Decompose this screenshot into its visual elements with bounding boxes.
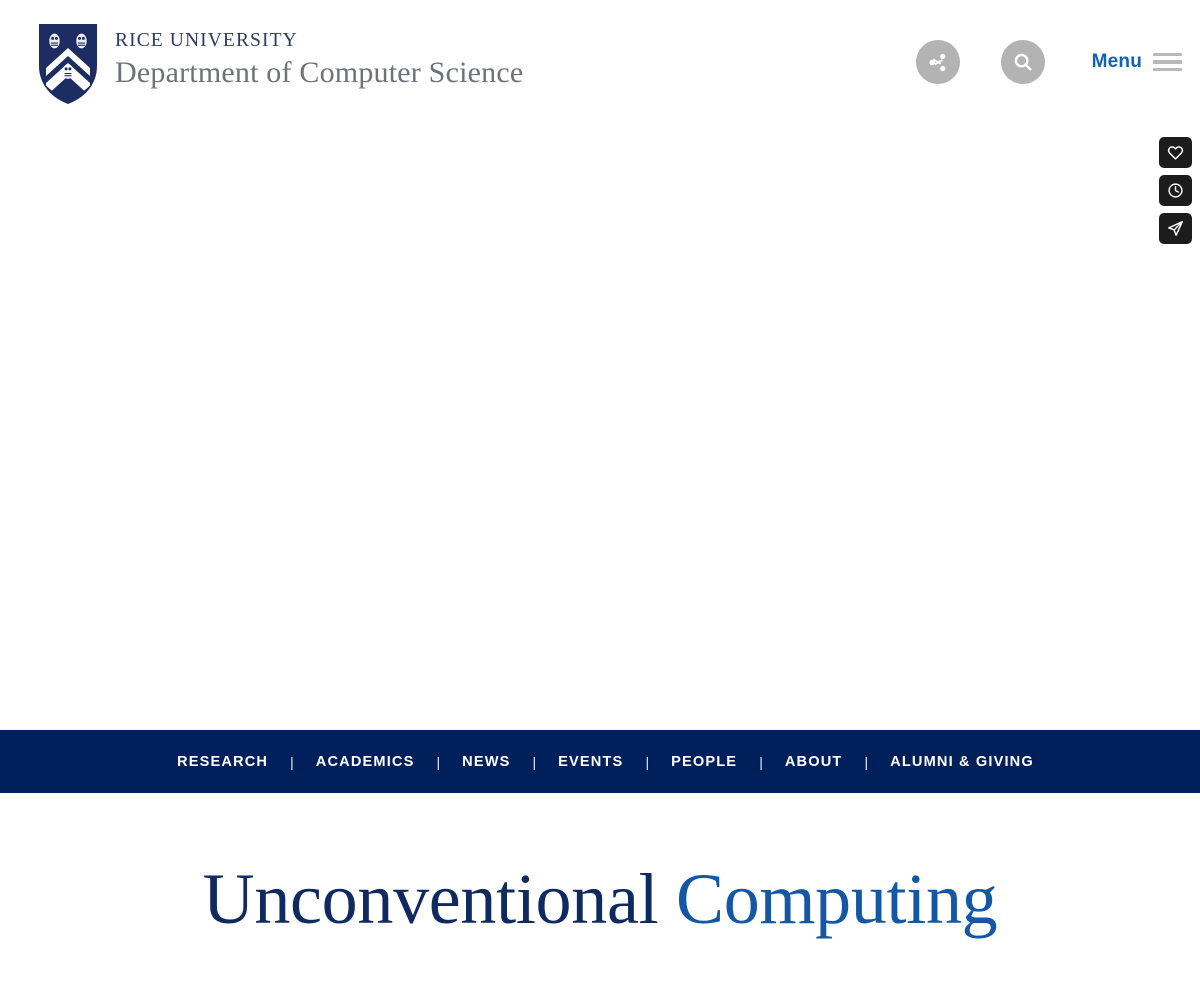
favorite-button[interactable] bbox=[1159, 137, 1192, 168]
send-button[interactable] bbox=[1159, 213, 1192, 244]
site-brand-link[interactable]: RICE UNIVERSITY Department of Computer S… bbox=[38, 22, 523, 106]
site-header: RICE UNIVERSITY Department of Computer S… bbox=[0, 0, 1200, 128]
history-button[interactable] bbox=[1159, 175, 1192, 206]
header-tools: Menu bbox=[875, 40, 1182, 84]
brand-department-name: Department of Computer Science bbox=[115, 56, 524, 90]
page-title: Unconventional Computing bbox=[0, 859, 1200, 939]
hamburger-icon bbox=[1153, 52, 1182, 72]
nav-separator: | bbox=[759, 753, 763, 770]
brand-text: RICE UNIVERSITY Department of Computer S… bbox=[115, 22, 523, 92]
menu-toggle-button[interactable]: Menu bbox=[1092, 51, 1182, 73]
nav-item-news[interactable]: NEWS bbox=[462, 754, 510, 770]
clock-icon bbox=[1168, 183, 1183, 198]
share-button[interactable] bbox=[915, 40, 960, 84]
menu-label: Menu bbox=[1091, 51, 1142, 72]
paper-plane-icon bbox=[1168, 221, 1183, 236]
nav-item-research[interactable]: RESEARCH bbox=[177, 754, 268, 770]
nav-separator: | bbox=[864, 753, 869, 770]
floating-action-rail bbox=[1159, 137, 1192, 244]
rice-owl-shield-icon bbox=[39, 24, 97, 104]
page-title-primary: Unconventional bbox=[202, 859, 659, 939]
nav-item-alumni-and-giving[interactable]: ALUMNI & GIVING bbox=[890, 754, 1034, 770]
heart-icon bbox=[1167, 146, 1184, 160]
nav-separator: | bbox=[532, 753, 537, 770]
main-navigation-items: RESEARCH | ACADEMICS | NEWS | EVENTS | P… bbox=[0, 754, 1034, 770]
page-title-accent: Computing bbox=[676, 859, 998, 939]
page-root: RICE UNIVERSITY Department of Computer S… bbox=[0, 0, 1200, 1000]
page-title-space bbox=[658, 859, 676, 939]
search-button[interactable] bbox=[1000, 40, 1045, 84]
hero-banner-area bbox=[0, 128, 1200, 730]
nav-item-about[interactable]: ABOUT bbox=[785, 754, 843, 770]
search-icon bbox=[1014, 53, 1032, 71]
nav-separator: | bbox=[645, 753, 650, 770]
brand-university-name: RICE UNIVERSITY bbox=[115, 30, 298, 51]
nav-item-people[interactable]: PEOPLE bbox=[671, 754, 737, 770]
nav-item-academics[interactable]: ACADEMICS bbox=[316, 754, 415, 770]
nav-separator: | bbox=[290, 753, 294, 770]
share-icon bbox=[929, 53, 946, 71]
page-title-section: Unconventional Computing bbox=[0, 793, 1200, 1000]
main-navigation: RESEARCH | ACADEMICS | NEWS | EVENTS | P… bbox=[0, 730, 1200, 793]
nav-item-events[interactable]: EVENTS bbox=[558, 754, 623, 770]
nav-separator: | bbox=[436, 753, 441, 770]
